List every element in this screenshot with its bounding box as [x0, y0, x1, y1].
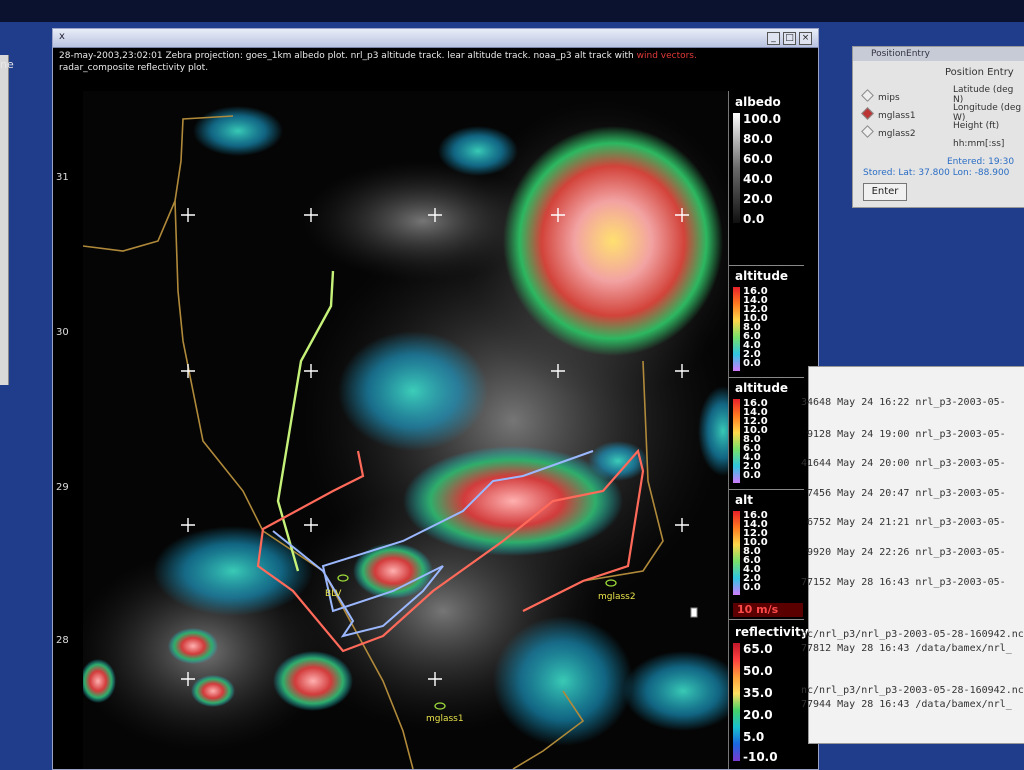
radio-label: mglass1 — [878, 111, 916, 121]
altitude-value: 0.0 — [743, 358, 761, 369]
reflectivity-value: 50.0 — [743, 664, 773, 678]
alt-value: 0.0 — [743, 582, 761, 593]
legend-albedo-title: albedo — [735, 95, 781, 109]
radio-label: mips — [878, 93, 900, 103]
longitude-field[interactable]: Longitude (deg W) — [953, 103, 1024, 123]
reflectivity-value: 65.0 — [743, 642, 773, 656]
terminal-line: 77812 May 28 16:43 /data/bamex/nrl_ — [801, 643, 1012, 654]
legend-reflectivity-title: reflectivity — [735, 625, 809, 639]
plot-header: 28-may-2003,23:02:01 Zebra projection: g… — [59, 50, 809, 74]
legend-divider — [729, 377, 804, 378]
terminal-window[interactable]: 34648 May 24 16:22 nrl_p3-2003-05- 9128 … — [801, 366, 1024, 744]
close-button[interactable]: × — [799, 32, 812, 45]
position-entry-window[interactable]: PositionEntry Position Entry Latitude (d… — [852, 46, 1024, 208]
legend-altitude-title: altitude — [735, 269, 789, 283]
enter-button[interactable]: Enter — [863, 183, 907, 201]
reflectivity-value: 5.0 — [743, 730, 765, 744]
station-label-mglass2: mglass2 — [598, 592, 636, 602]
reflectivity-value: 20.0 — [743, 708, 773, 722]
lat-label-28: 28 — [56, 635, 69, 646]
radio-label: mglass2 — [878, 129, 916, 139]
radio-indicator — [861, 125, 874, 138]
station-label-blv: BLV — [325, 589, 342, 599]
lat-label-31: 31 — [56, 172, 69, 183]
terminal-line: 77944 May 28 16:43 /data/bamex/nrl_ — [801, 699, 1012, 710]
terminal-line: 7456 May 24 20:47 nrl_p3-2003-05- — [801, 488, 1006, 499]
terminal-line: nc/nrl_p3/nrl_p3-2003-05-28-160942.nc — [801, 629, 1024, 640]
window-titlebar[interactable]: x _ □ × — [53, 29, 818, 48]
radio-mglass1[interactable]: mglass1 — [861, 107, 916, 121]
lat-label-29: 29 — [56, 482, 69, 493]
entered-time: Entered: 19:30 — [947, 157, 1015, 167]
legend-divider — [729, 619, 804, 620]
radio-mglass2[interactable]: mglass2 — [861, 125, 916, 139]
reflectivity-colorbar — [733, 643, 740, 761]
terminal-line: 77152 May 28 16:43 nrl_p3-2003-05- — [801, 577, 1006, 588]
albedo-value: 60.0 — [743, 152, 773, 166]
altitude-colorbar — [733, 287, 740, 371]
left-window-text: ne — [0, 58, 14, 71]
altitude2-value: 0.0 — [743, 470, 761, 481]
position-entry-titlebar[interactable]: PositionEntry — [853, 47, 1024, 61]
time-field[interactable]: hh:mm[:ss] — [953, 139, 1004, 149]
albedo-colorbar — [733, 113, 740, 223]
albedo-value: 100.0 — [743, 112, 781, 126]
lat-label-30: 30 — [56, 327, 69, 338]
radar-satellite-map[interactable]: BLV mglass2 mglass1 — [83, 91, 728, 769]
radio-mips[interactable]: mips — [861, 89, 900, 103]
terminal-line: 6752 May 24 21:21 nrl_p3-2003-05- — [801, 517, 1006, 528]
altitude2-colorbar — [733, 399, 740, 483]
station-label-mglass1: mglass1 — [426, 714, 464, 724]
legend-divider — [729, 265, 804, 266]
legend-divider — [729, 489, 804, 490]
terminal-line: 34648 May 24 16:22 nrl_p3-2003-05- — [801, 397, 1006, 408]
albedo-value: 0.0 — [743, 212, 765, 226]
terminal-line: nc/nrl_p3/nrl_p3-2003-05-28-160942.nc — [801, 685, 1024, 696]
reflectivity-value: 35.0 — [743, 686, 773, 700]
terminal-line: 9128 May 24 19:00 nrl_p3-2003-05- — [801, 429, 1006, 440]
minimize-button[interactable]: _ — [767, 32, 780, 45]
albedo-value: 20.0 — [743, 192, 773, 206]
zebra-window[interactable]: x _ □ × 28-may-2003,23:02:01 Zebra proje… — [52, 28, 819, 770]
position-entry-heading: Position Entry — [945, 67, 1014, 78]
maximize-button[interactable]: □ — [783, 32, 796, 45]
left-background-window[interactable] — [0, 55, 9, 385]
stored-position: Stored: Lat: 37.800 Lon: -88.900 — [863, 168, 1010, 178]
terminal-line: 9920 May 24 22:26 nrl_p3-2003-05- — [801, 547, 1006, 558]
terminal-line: 41644 May 24 20:00 nrl_p3-2003-05- — [801, 458, 1006, 469]
header-reflectivity: radar_composite reflectivity plot. — [59, 63, 209, 73]
height-field[interactable]: Height (ft) — [953, 121, 999, 131]
header-description: 28-may-2003,23:02:01 Zebra projection: g… — [59, 51, 637, 61]
legend-panel: albedo 100.0 80.0 60.0 40.0 20.0 0.0 alt… — [728, 91, 809, 769]
header-wind-vectors: wind vectors. — [636, 51, 697, 61]
reflectivity-value: -10.0 — [743, 750, 778, 764]
radio-indicator — [861, 89, 874, 102]
legend-alt-title: alt — [735, 493, 753, 507]
alt-colorbar — [733, 511, 740, 595]
albedo-value: 40.0 — [743, 172, 773, 186]
window-title: x — [59, 31, 65, 42]
legend-altitude2-title: altitude — [735, 381, 789, 395]
radio-indicator-selected — [861, 107, 874, 120]
monitor-top-bezel — [0, 0, 1024, 22]
albedo-value: 80.0 — [743, 132, 773, 146]
latitude-field[interactable]: Latitude (deg N) — [953, 85, 1024, 105]
wind-scale-label: 10 m/s — [733, 603, 803, 617]
